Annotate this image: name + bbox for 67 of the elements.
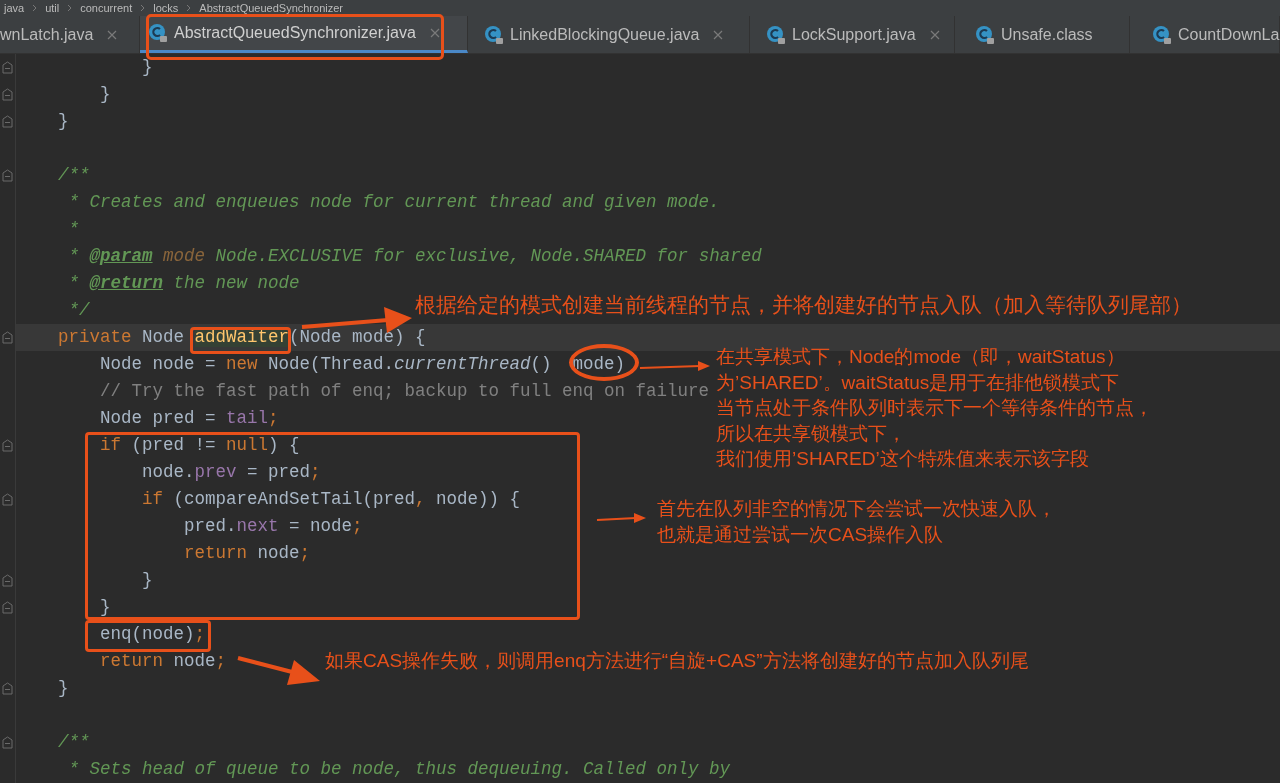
chevron-icon <box>67 4 73 12</box>
code-line: return node; <box>100 652 227 671</box>
annotation-note: 根据给定的模式创建当前线程的节点，并将创建好的节点入队（加入等待队列尾部） <box>415 294 1192 316</box>
fold-icon[interactable] <box>2 331 13 344</box>
breadcrumb-item[interactable]: locks <box>153 0 179 17</box>
code-line: if (compareAndSetTail(pred, node)) { <box>142 490 521 509</box>
file-tab[interactable]: wnLatch.java <box>0 16 140 53</box>
chevron-icon <box>140 4 146 12</box>
code-line: // Try the fast path of enq; backup to full enq on failure <box>100 382 710 401</box>
fold-icon[interactable] <box>2 115 13 128</box>
file-tab[interactable]: LockSupport.java <box>750 16 955 53</box>
highlight-circle <box>569 344 639 381</box>
fold-icon[interactable] <box>2 682 13 695</box>
code-line: } <box>100 598 111 617</box>
code-line: node.prev = pred; <box>142 463 321 482</box>
fold-icon[interactable] <box>2 736 13 749</box>
arrow <box>596 513 646 523</box>
annotation-note: 当节点处于条件队列时表示下一个等待条件的节点， <box>716 397 1153 419</box>
fold-icon[interactable] <box>2 169 13 182</box>
code-line: private Node addWaiter(Node mode) { <box>58 328 426 347</box>
annotation-note: 在共享模式下，Node的mode（即，waitStatus） <box>716 346 1125 368</box>
code-line: pred.next = node; <box>184 517 363 536</box>
fold-icon[interactable] <box>2 61 13 74</box>
fold-icon[interactable] <box>2 493 13 506</box>
code-line: /** <box>58 733 90 752</box>
fold-icon[interactable] <box>2 601 13 614</box>
close-icon[interactable] <box>929 29 940 40</box>
arrow <box>639 361 710 371</box>
annotation-note: 也就是通过尝试一次CAS操作入队 <box>657 524 944 546</box>
code-line: Node node = new Node(Thread.currentThread() mode) <box>100 355 626 374</box>
code-line: * @return the new node <box>68 274 300 293</box>
code-line: } <box>142 58 153 77</box>
file-tab[interactable]: LinkedBlockingQueue.java <box>468 16 750 53</box>
code-line: } <box>100 85 111 104</box>
code-line: * Sets head of queue to be node, thus dequeuing. Called only by <box>68 760 731 779</box>
code-line: * <box>68 220 79 239</box>
code-line: } <box>142 571 153 590</box>
annotation-note: 为’SHARED’。waitStatus是用于在排他锁模式下 <box>716 371 1120 394</box>
code-line: * @param mode Node.EXCLUSIVE for exclusive, Node.SHARED for shared <box>68 247 762 266</box>
annotation-note: 所以在共享锁模式下， <box>716 422 906 445</box>
fold-icon[interactable] <box>2 574 13 587</box>
breadcrumb-item[interactable]: AbstractQueuedSynchronizer <box>199 0 343 17</box>
code-line: Node pred = tail; <box>100 409 279 428</box>
code-line: } <box>58 679 69 698</box>
code-line: enq(node); <box>100 625 206 644</box>
annotation-note: 我们使用’SHARED’这个特殊值来表示该字段 <box>716 448 1089 470</box>
close-icon[interactable] <box>429 28 440 38</box>
fold-icon[interactable] <box>2 439 13 452</box>
code-line: } <box>58 112 69 131</box>
fold-icon[interactable] <box>2 88 13 101</box>
file-tab[interactable]: Unsafe.class <box>955 16 1130 53</box>
chevron-icon <box>186 4 192 12</box>
code-line: return node; <box>184 544 311 563</box>
code-line: if (pred != null) { <box>100 436 300 455</box>
file-tab[interactable]: AbstractQueuedSynchronizer.java <box>140 16 468 53</box>
annotation-note: 首先在队列非空的情况下会尝试一次快速入队， <box>657 498 1056 520</box>
code-line: * Creates and enqueues node for current thread and given mode. <box>68 193 720 212</box>
breadcrumb-item[interactable]: util <box>45 0 60 17</box>
code-line: /** <box>58 166 90 185</box>
close-icon[interactable] <box>107 29 118 40</box>
breadcrumb-item[interactable]: java <box>4 0 25 17</box>
close-icon[interactable] <box>713 29 724 40</box>
breadcrumb-item[interactable]: concurrent <box>80 0 133 17</box>
annotation-note: 如果CAS操作失败，则调用enq方法进行“自旋+CAS”方法将创建好的节点加入队列尾 <box>325 650 1029 672</box>
chevron-icon <box>32 4 38 12</box>
file-tab[interactable]: CountDownLa <box>1130 16 1280 53</box>
code-line: */ <box>68 301 90 320</box>
